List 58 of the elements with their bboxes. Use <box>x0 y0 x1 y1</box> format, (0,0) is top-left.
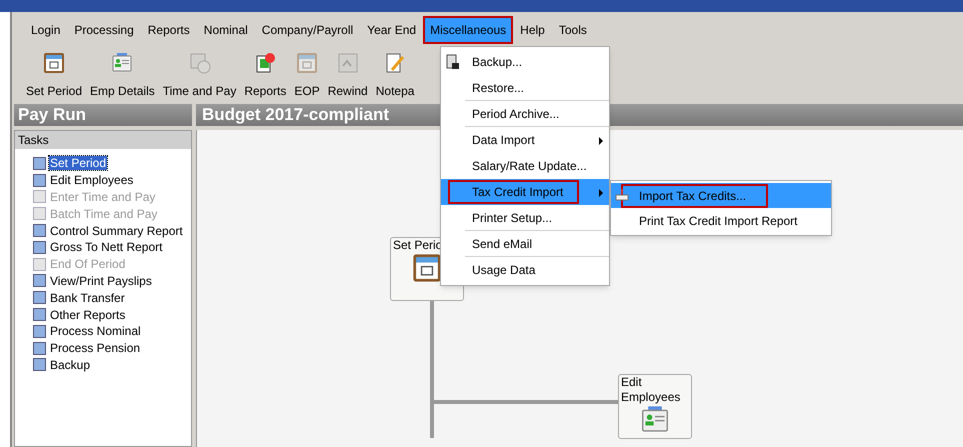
dropdown-item[interactable]: Printer Setup... <box>441 205 609 231</box>
workflow-node[interactable]: Edit Employees <box>618 374 692 439</box>
task-icon <box>33 240 46 254</box>
task-icon <box>33 190 46 204</box>
menu-item[interactable]: Company/Payroll <box>254 16 360 44</box>
task-icon <box>33 156 46 170</box>
task-link[interactable]: Control Summary Report <box>49 224 184 238</box>
import-tray-icon <box>615 188 629 202</box>
task-link[interactable]: Gross To Nett Report <box>49 240 164 254</box>
dropdown-item[interactable]: Period Archive... <box>441 101 609 127</box>
section-header: Tasks <box>15 131 191 149</box>
toolbar-button[interactable]: Reports <box>244 52 286 100</box>
task-icon <box>33 308 46 322</box>
submenu-item[interactable]: Import Tax Credits... <box>611 183 831 208</box>
submenu-arrow-icon <box>599 137 603 145</box>
menu-item[interactable]: Nominal <box>196 16 255 44</box>
notepad-pencil-icon <box>384 52 406 74</box>
menu-item[interactable]: Login <box>24 16 68 44</box>
panel-title: Pay Run <box>14 104 192 126</box>
task-link[interactable]: Bank Transfer <box>49 290 126 305</box>
task-icon <box>33 291 46 304</box>
task-link[interactable]: Backup <box>49 358 92 372</box>
submenu-item[interactable]: Print Tax Credit Import Report <box>611 208 831 233</box>
submenu-arrow-icon <box>599 189 603 197</box>
task-icon <box>33 258 46 271</box>
toolbar-button[interactable]: Emp Details <box>90 52 155 100</box>
menu-item[interactable]: Tools <box>552 16 594 44</box>
task-link[interactable]: View/Print Payslips <box>49 274 153 288</box>
menu-item[interactable]: Help <box>513 16 552 44</box>
menu-item[interactable]: Reports <box>140 16 197 44</box>
task-icon <box>33 342 46 355</box>
id-card-icon <box>111 52 134 74</box>
task-link[interactable]: Other Reports <box>49 308 126 322</box>
server-icon <box>446 54 460 70</box>
task-icon <box>33 274 46 288</box>
toolbar-button[interactable]: Set Period <box>26 52 82 100</box>
calendar-icon <box>296 52 318 74</box>
task-link[interactable]: Edit Employees <box>49 173 134 188</box>
dropdown-item[interactable]: Backup... <box>441 49 609 75</box>
task-icon <box>33 358 46 372</box>
task-icon <box>33 324 46 338</box>
task-icon <box>33 224 46 238</box>
dropdown-item[interactable]: Salary/Rate Update... <box>441 153 609 179</box>
task-link[interactable]: Set Period <box>49 156 108 170</box>
toolbar-button[interactable]: Notepa <box>376 52 414 100</box>
calendar-icon <box>43 52 66 74</box>
menu-item[interactable]: Year End <box>360 16 424 44</box>
task-link[interactable]: Process Nominal <box>49 324 142 338</box>
task-link[interactable]: Process Pension <box>49 341 142 356</box>
report-chart-icon <box>254 52 276 74</box>
task-icon <box>33 174 46 187</box>
menu-item[interactable]: Miscellaneous <box>423 16 514 44</box>
dropdown-item[interactable]: Data Import <box>441 127 609 153</box>
menu-item[interactable]: Processing <box>67 16 141 44</box>
clock-grid-icon <box>188 52 211 74</box>
task-icon <box>33 207 46 220</box>
dropdown-item[interactable]: Restore... <box>441 75 609 101</box>
dropdown-item[interactable]: Tax Credit Import <box>441 179 609 205</box>
